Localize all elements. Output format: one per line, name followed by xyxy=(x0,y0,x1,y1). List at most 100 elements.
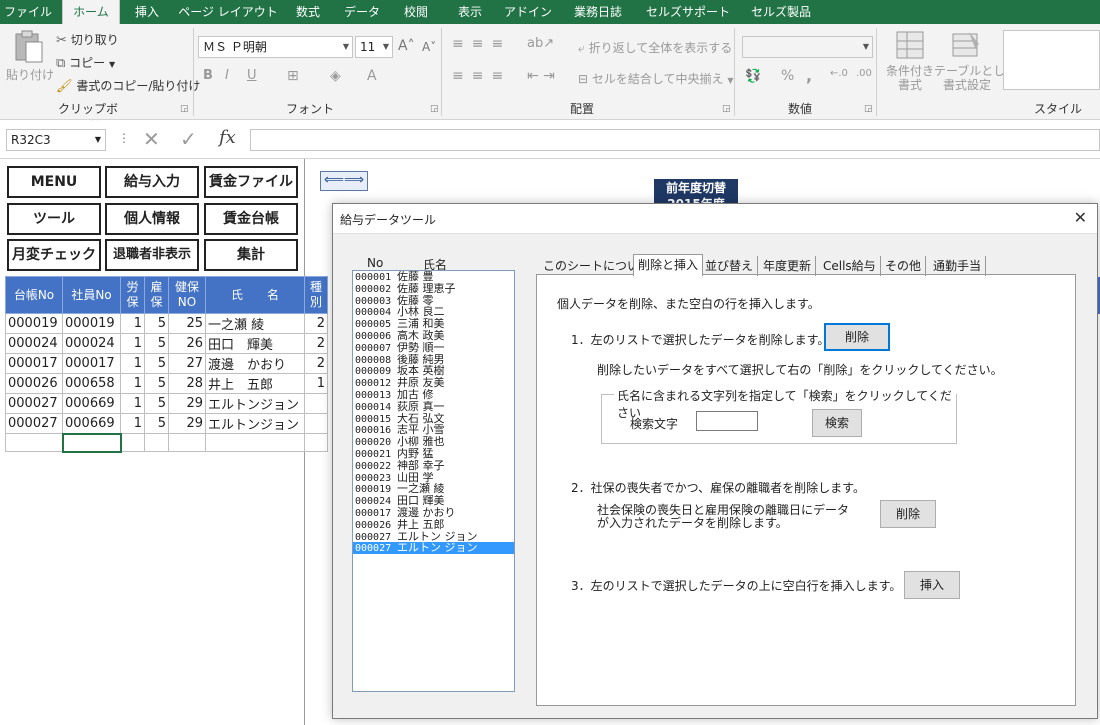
table-cell[interactable]: 2 xyxy=(304,333,328,354)
tab-work-log[interactable]: 業務日誌 xyxy=(566,0,630,24)
tab-year-update[interactable]: 年度更新 xyxy=(759,256,817,276)
tab-formulas[interactable]: 数式 xyxy=(286,0,330,24)
launcher-icon[interactable]: ◲ xyxy=(180,104,189,114)
personal-info-button[interactable]: 個人情報 xyxy=(105,203,199,235)
table-cell[interactable] xyxy=(205,433,305,452)
table-cell[interactable]: 1 xyxy=(120,313,145,334)
table-cell[interactable]: 29 xyxy=(168,393,206,414)
list-item[interactable]: 000003 佐藤 零 xyxy=(353,295,514,307)
column-header[interactable]: 労 保 xyxy=(120,276,145,314)
format-as-table-button[interactable] xyxy=(946,30,986,63)
table-cell[interactable]: 000669 xyxy=(62,393,121,414)
list-item[interactable]: 000019 一之瀬 綾 xyxy=(353,483,514,495)
bold-button[interactable]: B xyxy=(203,68,213,83)
table-cell[interactable]: 5 xyxy=(144,413,169,434)
tab-sort[interactable]: 並び替え xyxy=(701,256,759,276)
selected-cell[interactable] xyxy=(61,432,122,453)
table-cell[interactable]: 渡邊 かおり xyxy=(205,353,305,374)
table-cell[interactable]: 1 xyxy=(120,413,145,434)
insert-button[interactable]: 挿入 xyxy=(904,571,960,599)
cell-styles-gallery[interactable] xyxy=(1003,30,1100,90)
table-cell[interactable]: 000017 xyxy=(62,353,121,374)
column-toggle-button[interactable]: ⟸⟹ xyxy=(320,171,368,191)
launcher-icon[interactable]: ◲ xyxy=(430,104,439,114)
hide-retired-button[interactable]: 退職者非表示 xyxy=(105,239,199,271)
table-cell[interactable] xyxy=(120,433,145,452)
number-format-combo[interactable]: ▼ xyxy=(742,36,873,58)
table-cell[interactable]: 000019 xyxy=(5,313,63,334)
list-item[interactable]: 000006 高木 政美 xyxy=(353,330,514,342)
list-item[interactable]: 000013 加古 修 xyxy=(353,389,514,401)
list-item[interactable]: 000009 坂本 英樹 xyxy=(353,365,514,377)
vertical-align-icons[interactable]: ≡≡≡ xyxy=(452,36,511,52)
table-cell[interactable]: 田口 輝美 xyxy=(205,333,305,354)
tab-view[interactable]: 表示 xyxy=(448,0,492,24)
list-item[interactable]: 000007 伊勢 順一 xyxy=(353,342,514,354)
wrap-text-button[interactable]: ⤶ 折り返して全体を表示する xyxy=(578,39,732,56)
table-cell[interactable] xyxy=(5,433,63,452)
column-header[interactable]: 台帳No xyxy=(5,276,63,314)
table-cell[interactable] xyxy=(304,433,328,452)
indent-icons[interactable]: ⇤ ⇥ xyxy=(527,68,555,84)
list-item[interactable]: 000023 山田 学 xyxy=(353,472,514,484)
border-icon[interactable]: ⊞ xyxy=(287,68,299,84)
horizontal-align-icons[interactable]: ≡≡≡ xyxy=(452,68,511,84)
table-cell[interactable]: 000027 xyxy=(5,393,63,414)
menu-button[interactable]: MENU xyxy=(7,166,101,198)
tab-data[interactable]: データ xyxy=(338,0,386,24)
list-item[interactable]: 000022 神部 幸子 xyxy=(353,460,514,472)
launcher-icon[interactable]: ◲ xyxy=(864,104,873,114)
list-item[interactable]: 000012 井原 友美 xyxy=(353,377,514,389)
fill-color-icon[interactable]: ◈ xyxy=(330,68,341,84)
formula-input[interactable] xyxy=(250,129,1100,151)
table-cell[interactable]: 井上 五郎 xyxy=(205,373,305,394)
cancel-icon[interactable]: ✕ xyxy=(143,127,160,151)
table-cell[interactable]: 1 xyxy=(120,333,145,354)
table-cell[interactable]: 5 xyxy=(144,353,169,374)
table-cell[interactable]: 5 xyxy=(144,373,169,394)
table-cell[interactable]: 000669 xyxy=(62,413,121,434)
table-cell[interactable]: 26 xyxy=(168,333,206,354)
table-cell[interactable]: 5 xyxy=(144,333,169,354)
wage-ledger-button[interactable]: 賃金台帳 xyxy=(204,203,298,235)
wage-file-button[interactable]: 賃金ファイル xyxy=(204,166,298,198)
table-cell[interactable]: 1 xyxy=(304,373,328,394)
monthly-change-check-button[interactable]: 月変チェック xyxy=(7,239,101,271)
close-icon[interactable]: ✕ xyxy=(1074,208,1087,227)
list-item[interactable]: 000008 後藤 純男 xyxy=(353,354,514,366)
tab-home[interactable]: ホーム xyxy=(62,0,120,24)
list-item[interactable]: 000027 エルトン ジョン xyxy=(353,531,514,543)
tab-cells-support[interactable]: セルズサポート xyxy=(642,0,734,24)
list-item-selected[interactable]: 000027 エルトン ジョン xyxy=(353,542,514,555)
list-item[interactable]: 000001 佐藤 豊 xyxy=(353,271,514,283)
list-item[interactable]: 000014 荻原 真一 xyxy=(353,401,514,413)
name-box[interactable]: R32C3 ▼ xyxy=(6,129,106,151)
paste-button[interactable] xyxy=(10,30,46,67)
orientation-icon[interactable]: ab↗ xyxy=(527,36,554,51)
list-item[interactable]: 000016 志平 小雪 xyxy=(353,424,514,436)
column-header[interactable]: 健保 NO xyxy=(168,276,206,314)
list-item[interactable]: 000015 大石 弘文 xyxy=(353,413,514,425)
search-button[interactable]: 検索 xyxy=(812,409,862,437)
increase-decimal-icon[interactable]: ←.0 xyxy=(830,68,848,79)
tab-cells-salary[interactable]: Cells給与 xyxy=(819,256,881,276)
enter-icon[interactable]: ✓ xyxy=(180,127,197,151)
grow-font-icon[interactable]: A˄ xyxy=(398,38,415,54)
table-cell[interactable]: 5 xyxy=(144,393,169,414)
table-cell[interactable]: 2 xyxy=(304,353,328,374)
list-item[interactable]: 000024 田口 輝美 xyxy=(353,495,514,507)
table-cell[interactable] xyxy=(304,413,328,434)
insert-function-button[interactable]: fx xyxy=(219,127,236,148)
table-cell[interactable] xyxy=(168,433,206,452)
table-cell[interactable]: 000027 xyxy=(5,413,63,434)
table-cell[interactable]: 1 xyxy=(120,373,145,394)
table-cell[interactable]: エルトンジョン xyxy=(205,393,305,414)
column-header[interactable]: 社員No xyxy=(62,276,121,314)
tab-review[interactable]: 校閲 xyxy=(394,0,438,24)
conditional-format-button[interactable] xyxy=(886,30,934,63)
currency-icon[interactable]: 💱 xyxy=(745,69,761,84)
list-item[interactable]: 000026 井上 五郎 xyxy=(353,519,514,531)
table-cell[interactable]: 000017 xyxy=(5,353,63,374)
table-cell[interactable]: エルトンジョン xyxy=(205,413,305,434)
table-cell[interactable]: 1 xyxy=(120,393,145,414)
